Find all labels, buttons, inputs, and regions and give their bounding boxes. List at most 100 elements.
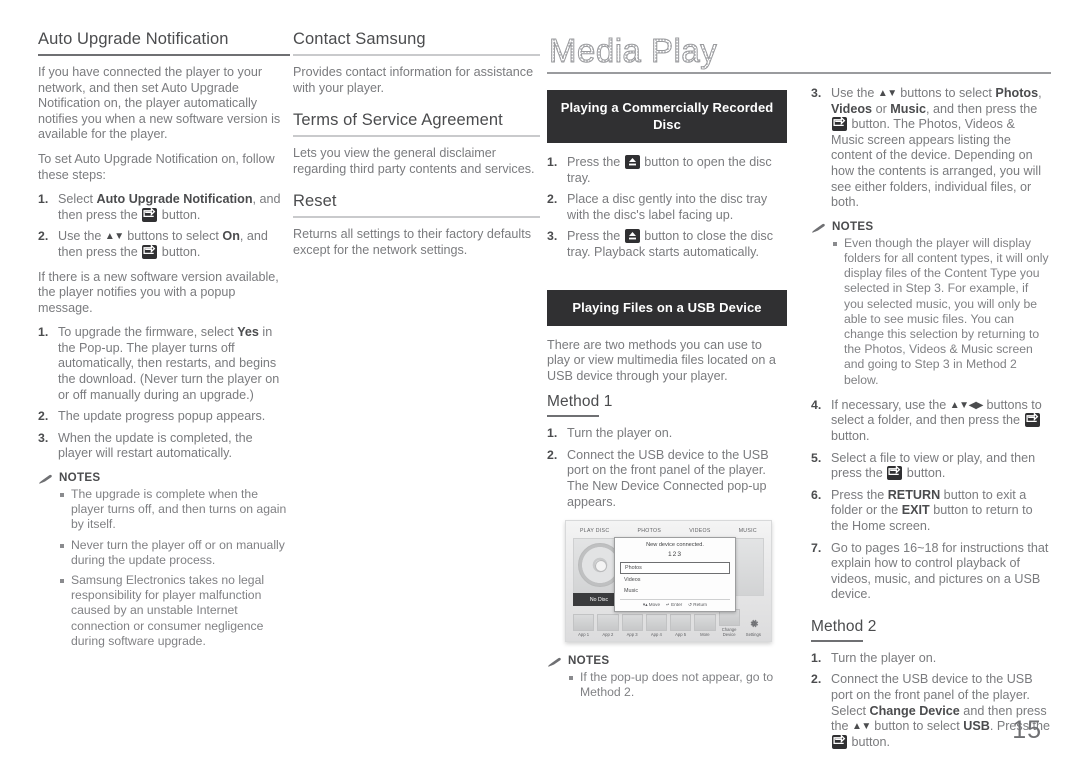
tv-app-thumb <box>694 614 716 632</box>
note-item: The upgrade is complete when the player … <box>60 487 290 533</box>
tv-app-more[interactable]: More <box>694 614 716 637</box>
tv-app-item[interactable]: App 3 <box>621 614 643 638</box>
section-contact-samsung: Contact Samsung Provides contact informa… <box>293 30 540 96</box>
pencil-icon <box>811 221 826 233</box>
heading-rule <box>811 639 863 642</box>
page-title-block: Media Play <box>547 32 1051 74</box>
step-item: 3. Press the button to close the disc tra… <box>547 229 787 260</box>
tv-app-item[interactable]: App 4 <box>645 614 667 638</box>
heading-rule <box>293 53 540 56</box>
column-4: 3. Use the ▲▼ buttons to select Photos, V… <box>811 86 1051 759</box>
section-heading: Terms of Service Agreement <box>293 111 503 130</box>
step-number: 2. <box>38 229 49 244</box>
step-text: The update progress popup appears. <box>58 409 266 424</box>
tv-app-label: App 3 <box>626 632 638 638</box>
hint-enter: ↵ Enter <box>666 602 683 608</box>
notes-header: NOTES <box>811 220 1051 233</box>
note-item: Never turn the player off or on manually… <box>60 538 290 568</box>
tv-popup-hints: ▾▴ Move ↵ Enter ↺ Return <box>620 599 730 608</box>
steps-list-disc: 1. Press the button to open the disc tray… <box>547 155 787 261</box>
up-down-arrows-icon: ▲▼ <box>852 721 871 733</box>
enter-button-icon <box>887 466 903 481</box>
steps-list-top: 3. Use the ▲▼ buttons to select Photos, V… <box>811 86 1051 211</box>
manual-page: Auto Upgrade Notification If you have co… <box>0 0 1080 761</box>
step-number: 1. <box>547 155 558 169</box>
notes-header: NOTES <box>38 471 290 484</box>
step-item: 7. Go to pages 16~18 for instructions tha… <box>811 541 1051 603</box>
step-item: 2. Place a disc gently into the disc tray… <box>547 192 787 223</box>
tv-app-label: App 1 <box>578 632 590 638</box>
step-item: 3. Use the ▲▼ buttons to select Photos, V… <box>811 86 1051 211</box>
enter-button-icon <box>832 117 847 132</box>
tv-popup-option-videos[interactable]: Videos <box>620 575 730 585</box>
step-number: 4. <box>811 397 822 412</box>
tv-app-thumb <box>645 614 667 632</box>
tv-settings-label: Settings <box>745 632 761 638</box>
notes-block: NOTES Even though the player will displa… <box>811 220 1051 388</box>
section-heading-method-2: Method 2 <box>811 617 877 635</box>
tv-tab-play-disc[interactable]: PLAY DISC <box>580 528 609 534</box>
step-text: When the update is completed, the player… <box>58 430 253 461</box>
tv-tab-photos[interactable]: PHOTOS <box>637 528 661 534</box>
step-text: Press the button to open the disc tray. <box>567 155 772 185</box>
tv-app-thumb <box>597 614 619 632</box>
step-item: 1. Press the button to open the disc tray… <box>547 155 787 186</box>
heading-rule <box>293 216 540 219</box>
tv-popup-option-music[interactable]: Music <box>620 586 730 596</box>
paragraph: Lets you view the general disclaimer reg… <box>293 146 535 176</box>
steps-list-bottom: 4. If necessary, use the ▲▼◀▶ buttons to … <box>811 398 1051 603</box>
tv-app-item[interactable]: App 5 <box>670 614 692 638</box>
step-text: Place a disc gently into the disc tray w… <box>567 192 768 222</box>
notes-list: Even though the player will display fold… <box>811 236 1051 388</box>
eject-button-icon <box>624 229 640 244</box>
tv-app-label: App 2 <box>602 632 614 638</box>
steps-list-auto-upgrade: 1. Select Auto Upgrade Notification, and … <box>38 192 290 260</box>
note-item: Even though the player will display fold… <box>833 236 1051 388</box>
page-number: 15 <box>1012 716 1042 744</box>
tv-change-device[interactable]: Change Device <box>718 609 740 637</box>
step-number: 7. <box>811 540 822 555</box>
tv-app-item[interactable]: App 1 <box>573 614 595 638</box>
tv-app-label: App 4 <box>650 632 662 638</box>
step-item: 5. Select a file to view or play, and the… <box>811 451 1051 482</box>
note-item: Samsung Electronics takes no legal respo… <box>60 573 290 649</box>
hint-move: ▾▴ Move <box>642 602 661 608</box>
tv-tab-music[interactable]: MUSIC <box>739 528 757 534</box>
step-number: 1. <box>811 650 822 665</box>
step-text: Press the button to close the disc tray.… <box>567 229 774 259</box>
hint-return: ↺ Return <box>688 602 708 608</box>
step-text: To upgrade the firmware, select Yes in t… <box>58 325 280 402</box>
step-text: Go to pages 16~18 for instructions that … <box>831 540 1049 602</box>
step-text: Select a file to view or play, and then … <box>831 450 1036 481</box>
tv-app-item[interactable]: App 2 <box>597 614 619 638</box>
step-text: Press the RETURN button to exit a folder… <box>831 487 1033 533</box>
heading-rule <box>547 415 599 418</box>
step-item: 2. Connect the USB device to the USB port… <box>547 448 787 510</box>
step-text: Use the ▲▼ buttons to select On, and the… <box>58 229 268 259</box>
step-item: 2. The update progress popup appears. <box>38 409 290 425</box>
step-text: Use the ▲▼ buttons to select Photos, Vid… <box>831 86 1042 210</box>
tv-app-row: App 1 App 2 App 3 App 4 App 5 More Chang… <box>573 609 764 637</box>
page-title: Media Play <box>547 32 1051 71</box>
tv-settings[interactable]: Settings <box>743 616 764 637</box>
up-down-arrows-icon: ▲▼ <box>877 88 897 99</box>
paragraph: To set Auto Upgrade Notification on, fol… <box>38 151 275 182</box>
section-heading-method-1: Method 1 <box>547 393 613 411</box>
tv-app-thumb <box>573 614 595 632</box>
section-reset: Reset Returns all settings to their fact… <box>293 192 540 258</box>
tv-app-label: App 5 <box>675 632 687 638</box>
step-number: 1. <box>547 426 558 441</box>
step-item: 2. Use the ▲▼ buttons to select On, and t… <box>38 229 290 260</box>
notes-label: NOTES <box>59 471 101 485</box>
step-text: If necessary, use the ▲▼◀▶ buttons to se… <box>831 397 1042 443</box>
tv-tab-videos[interactable]: VIDEOS <box>689 528 710 534</box>
steps-list-firmware: 1. To upgrade the firmware, select Yes in… <box>38 325 290 462</box>
page-title-rule <box>547 72 1051 74</box>
tv-popup-option-photos[interactable]: Photos <box>620 562 730 575</box>
section-terms-of-service: Terms of Service Agreement Lets you view… <box>293 111 540 177</box>
notes-label: NOTES <box>832 219 874 233</box>
notes-label: NOTES <box>568 654 610 668</box>
step-text: Connect the USB device to the USB port o… <box>567 447 769 509</box>
banner-playing-commercial-disc: Playing a Commercially Recorded Disc <box>547 90 787 143</box>
notes-block: NOTES If the pop-up does not appear, go … <box>547 654 787 700</box>
